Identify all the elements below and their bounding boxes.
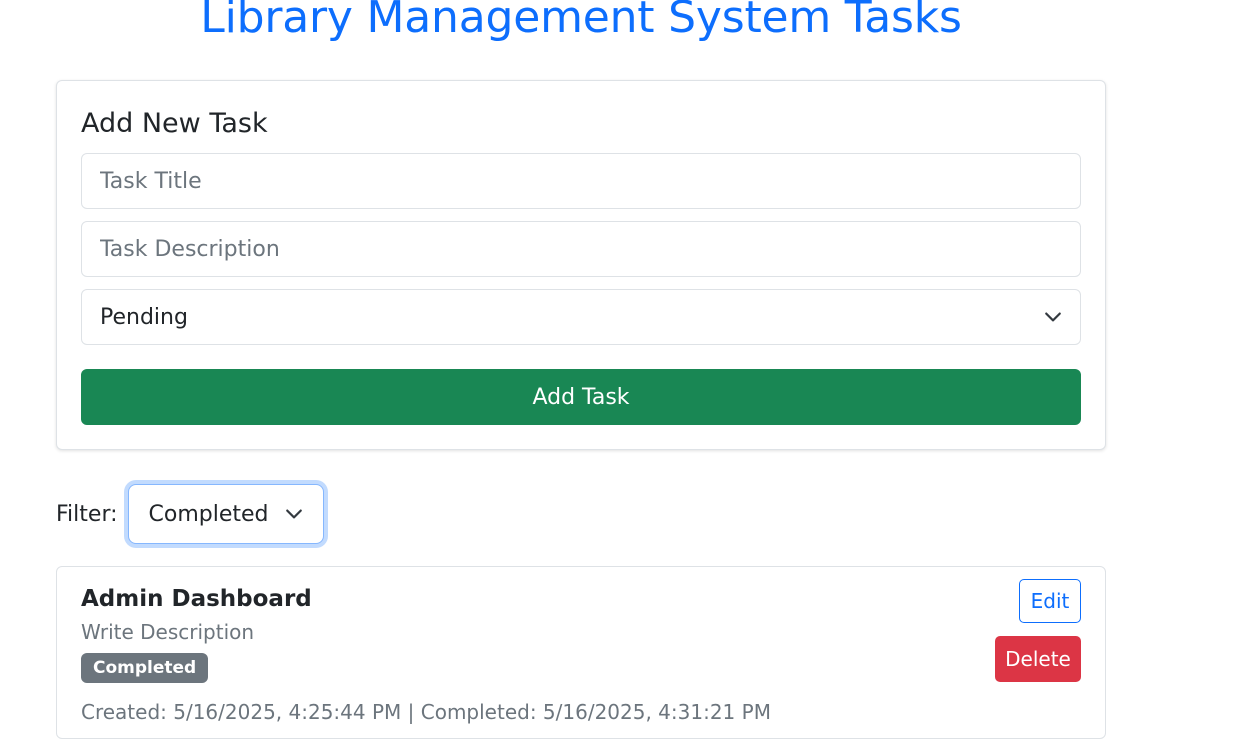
- add-task-button[interactable]: Add Task: [81, 369, 1081, 425]
- filter-row: Filter: Completed: [56, 482, 324, 546]
- task-title: Admin Dashboard: [81, 586, 312, 612]
- filter-label: Filter:: [56, 501, 118, 527]
- filter-select[interactable]: Completed: [127, 484, 324, 544]
- add-task-card: Add New Task Pending Add Task: [56, 80, 1106, 450]
- add-task-heading: Add New Task: [81, 108, 268, 139]
- task-description-input[interactable]: [81, 221, 1081, 277]
- task-card: Admin Dashboard Write Description Comple…: [56, 566, 1106, 739]
- task-title-input[interactable]: [81, 153, 1081, 209]
- filter-value: Completed: [148, 501, 269, 527]
- task-timestamps: Created: 5/16/2025, 4:25:44 PM | Complet…: [81, 700, 771, 724]
- status-badge: Completed: [81, 653, 209, 683]
- task-status-select[interactable]: Pending: [81, 289, 1081, 345]
- chevron-down-icon: [1044, 308, 1062, 326]
- delete-button[interactable]: Delete: [995, 636, 1081, 682]
- edit-button[interactable]: Edit: [1019, 579, 1081, 623]
- page-title: Library Management System Tasks: [200, 0, 962, 43]
- chevron-down-icon: [285, 505, 303, 523]
- task-description: Write Description: [81, 620, 255, 644]
- task-status-value: Pending: [100, 304, 188, 330]
